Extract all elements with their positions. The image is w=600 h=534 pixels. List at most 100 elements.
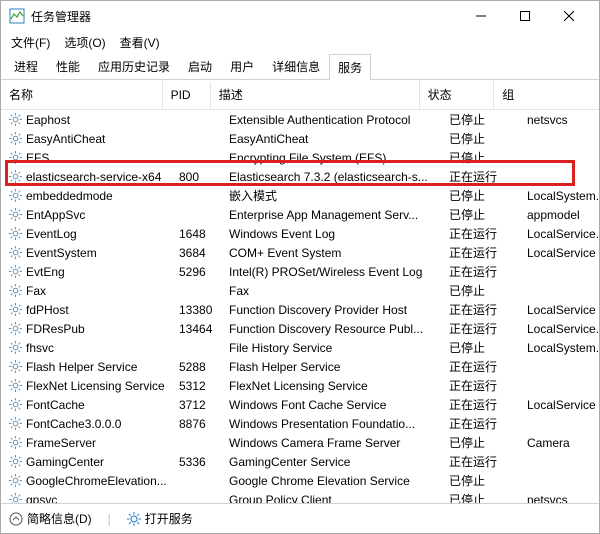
service-desc: Windows Event Log <box>221 227 441 241</box>
tab-1[interactable]: 性能 <box>47 53 89 79</box>
table-row[interactable]: FontCache3712Windows Font Cache Service正… <box>1 395 599 414</box>
service-status: 已停止 <box>441 434 519 451</box>
service-status: 已停止 <box>441 206 519 223</box>
service-name: GamingCenter <box>26 455 104 469</box>
service-status: 已停止 <box>441 130 519 147</box>
column-group[interactable]: 组 <box>494 80 599 109</box>
table-row[interactable]: FlexNet Licensing Service5312FlexNet Lic… <box>1 376 599 395</box>
service-status: 正在运行 <box>441 453 519 470</box>
open-services-label: 打开服务 <box>145 510 193 527</box>
service-name: EFS <box>26 151 49 165</box>
gear-icon <box>9 417 22 430</box>
service-status: 已停止 <box>441 149 519 166</box>
tab-6[interactable]: 服务 <box>329 54 371 80</box>
service-name: Flash Helper Service <box>26 360 137 374</box>
gear-icon <box>9 189 22 202</box>
service-pid: 8876 <box>171 417 221 431</box>
table-row[interactable]: FaxFax已停止 <box>1 281 599 300</box>
table-row[interactable]: EFSEncrypting File System (EFS)已停止 <box>1 148 599 167</box>
table-row[interactable]: FontCache3.0.0.0 8876Windows Presentation… <box>1 414 599 433</box>
service-name: fhsvc <box>26 341 54 355</box>
service-desc: Enterprise App Management Serv... <box>221 208 441 222</box>
service-name: gpsvc <box>26 493 57 504</box>
table-row[interactable]: GamingCenter5336GamingCenter Service正在运行 <box>1 452 599 471</box>
gear-icon <box>9 284 22 297</box>
service-group: LocalService... <box>519 322 599 336</box>
service-desc: File History Service <box>221 341 441 355</box>
service-pid: 13464 <box>171 322 221 336</box>
close-button[interactable] <box>547 1 591 31</box>
service-name: elasticsearch-service-x64 <box>26 170 161 184</box>
service-name: fdPHost <box>26 303 69 317</box>
service-pid: 3712 <box>171 398 221 412</box>
table-row[interactable]: EasyAntiCheatEasyAntiCheat已停止 <box>1 129 599 148</box>
column-name[interactable]: 名称 <box>1 80 163 109</box>
service-pid: 800 <box>171 170 221 184</box>
table-row[interactable]: gpsvcGroup Policy Client已停止netsvcs <box>1 490 599 503</box>
service-status: 正在运行 <box>441 168 519 185</box>
tab-5[interactable]: 详细信息 <box>263 53 329 79</box>
table-row[interactable]: EventSystem3684COM+ Event System正在运行Loca… <box>1 243 599 262</box>
service-status: 已停止 <box>441 282 519 299</box>
service-pid: 5296 <box>171 265 221 279</box>
task-manager-icon <box>9 8 25 24</box>
service-desc: Windows Presentation Foundatio... <box>221 417 441 431</box>
service-name: FontCache3.0.0.0 <box>26 417 121 431</box>
tab-4[interactable]: 用户 <box>221 53 263 79</box>
table-row[interactable]: EvtEng5296Intel(R) PROSet/Wireless Event… <box>1 262 599 281</box>
tab-2[interactable]: 应用历史记录 <box>89 53 179 79</box>
service-pid: 3684 <box>171 246 221 260</box>
service-name: Fax <box>26 284 46 298</box>
table-row[interactable]: FDResPub13464Function Discovery Resource… <box>1 319 599 338</box>
service-desc: Function Discovery Provider Host <box>221 303 441 317</box>
service-group: netsvcs <box>519 113 599 127</box>
service-desc: COM+ Event System <box>221 246 441 260</box>
service-desc: Elasticsearch 7.3.2 (elasticsearch-s... <box>221 170 441 184</box>
table-row[interactable]: EventLog1648Windows Event Log正在运行LocalSe… <box>1 224 599 243</box>
separator: | <box>108 512 111 526</box>
service-status: 已停止 <box>441 111 519 128</box>
gear-icon <box>9 493 22 503</box>
column-status[interactable]: 状态 <box>420 80 495 109</box>
window-title: 任务管理器 <box>31 8 91 25</box>
service-group: LocalService <box>519 398 599 412</box>
service-status: 已停止 <box>441 472 519 489</box>
service-status: 已停止 <box>441 491 519 503</box>
service-group: LocalService <box>519 246 599 260</box>
gear-icon <box>9 455 22 468</box>
table-row[interactable]: GoogleChromeElevation...Google Chrome El… <box>1 471 599 490</box>
service-status: 正在运行 <box>441 225 519 242</box>
minimize-button[interactable] <box>459 1 503 31</box>
service-name: embeddedmode <box>26 189 113 203</box>
table-row[interactable]: embeddedmode嵌入模式已停止LocalSystem... <box>1 186 599 205</box>
table-row[interactable]: fdPHost13380Function Discovery Provider … <box>1 300 599 319</box>
service-group: appmodel <box>519 208 599 222</box>
service-status: 正在运行 <box>441 301 519 318</box>
table-row[interactable]: fhsvcFile History Service已停止LocalSystem.… <box>1 338 599 357</box>
table-row[interactable]: FrameServerWindows Camera Frame Server已停… <box>1 433 599 452</box>
fewer-details-button[interactable]: 简略信息(D) <box>9 510 92 527</box>
table-row[interactable]: elasticsearch-service-x64 800Elasticsearc… <box>1 167 599 186</box>
column-pid[interactable]: PID <box>163 82 211 108</box>
menu-view[interactable]: 查看(V) <box>114 32 166 53</box>
tab-0[interactable]: 进程 <box>5 53 47 79</box>
gear-icon <box>9 113 22 126</box>
service-desc: Windows Camera Frame Server <box>221 436 441 450</box>
table-row[interactable]: EntAppSvc Enterprise App Management Serv.… <box>1 205 599 224</box>
maximize-button[interactable] <box>503 1 547 31</box>
menu-options[interactable]: 选项(O) <box>58 32 111 53</box>
menu-file[interactable]: 文件(F) <box>5 32 56 53</box>
open-services-link[interactable]: 打开服务 <box>127 510 193 527</box>
column-desc[interactable]: 描述 <box>211 80 420 109</box>
tab-3[interactable]: 启动 <box>179 53 221 79</box>
service-group: LocalService <box>519 303 599 317</box>
gear-icon <box>9 322 22 335</box>
service-name: EntAppSvc <box>26 208 85 222</box>
table-row[interactable]: EaphostExtensible Authentication Protoco… <box>1 110 599 129</box>
services-list[interactable]: EaphostExtensible Authentication Protoco… <box>1 110 599 503</box>
service-status: 正在运行 <box>441 377 519 394</box>
service-desc: Function Discovery Resource Publ... <box>221 322 441 336</box>
service-name: GoogleChromeElevation... <box>26 474 167 488</box>
service-desc: Extensible Authentication Protocol <box>221 113 441 127</box>
table-row[interactable]: Flash Helper Service5288Flash Helper Ser… <box>1 357 599 376</box>
